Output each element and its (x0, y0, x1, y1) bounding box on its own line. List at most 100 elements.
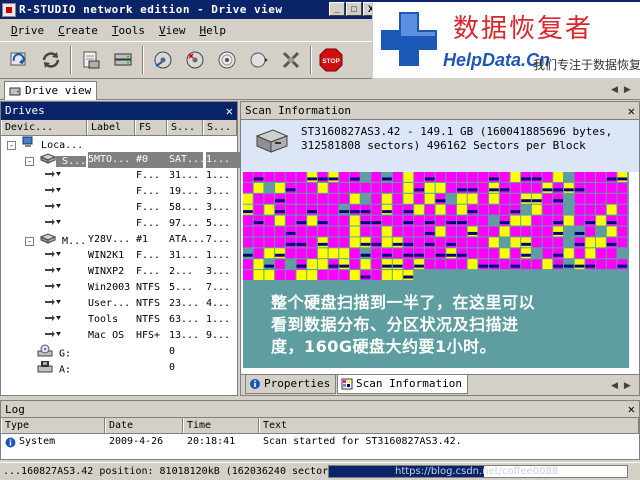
col-fs[interactable]: FS (135, 120, 167, 135)
drive-tree-row[interactable]: Win2003 NTFS 5... 7... (1, 280, 237, 296)
col-time[interactable]: Time (183, 418, 259, 433)
tab-scan-information[interactable]: Scan Information (337, 375, 468, 394)
watermark-slogan: 我们专注于数据恢复 (533, 58, 640, 72)
col-date[interactable]: Date (105, 418, 183, 433)
collapse-toggle-icon[interactable]: - (25, 236, 34, 246)
scan-block (585, 248, 596, 259)
partition-icon (43, 296, 63, 312)
scan-block-marker (489, 188, 499, 192)
col-size[interactable]: S... (203, 120, 237, 135)
scan-block (307, 182, 317, 193)
drive-tree-row[interactable]: G: 0 (1, 344, 237, 360)
drive-tree-row[interactable]: A: 0 (1, 360, 237, 376)
drive-name-cell (43, 184, 87, 200)
scan-block (392, 226, 403, 237)
tab-scroll-arrows[interactable]: ◀▶ (611, 84, 637, 95)
reload-button[interactable] (38, 46, 64, 74)
drive-tree-row[interactable]: F... 31... 1... (1, 168, 237, 184)
drive-start: 2... (169, 266, 194, 277)
scan-block (392, 248, 403, 259)
collapse-toggle-icon[interactable]: - (25, 156, 34, 166)
scan-block (296, 248, 307, 259)
scan-block (275, 237, 285, 248)
col-type[interactable]: Type (1, 418, 105, 433)
scan-block (596, 281, 606, 291)
scan-tab-scroll-arrows[interactable]: ◀▶ (611, 380, 637, 391)
scan-block (553, 281, 563, 291)
drive-name: S... (56, 156, 87, 167)
refresh-button[interactable] (6, 46, 32, 74)
partition-icon (43, 184, 63, 200)
drive-tree-row[interactable]: Mac OS HFS+ 13... 9... (1, 328, 237, 344)
scan-block (510, 204, 521, 215)
minimize-button[interactable]: _ (329, 2, 345, 16)
drive-tree-row[interactable]: - Loca... (1, 136, 237, 152)
stop-button[interactable]: STOP (318, 46, 344, 74)
drives-close-icon[interactable]: ✕ (226, 102, 233, 120)
scan-block (339, 182, 349, 193)
drive-tree-row[interactable]: User... NTFS 23... 4... (1, 296, 237, 312)
col-label[interactable]: Label (87, 120, 135, 135)
scan-block (382, 204, 392, 215)
col-start[interactable]: S... (167, 120, 203, 135)
drive-tree-row[interactable]: Tools NTFS 63... 1... (1, 312, 237, 328)
collapse-toggle-icon[interactable]: - (7, 140, 16, 150)
tab-drive-view[interactable]: Drive view (4, 81, 98, 100)
scan-block (350, 237, 360, 248)
open-drive-button[interactable] (78, 46, 104, 74)
log-close-icon[interactable]: ✕ (628, 401, 635, 418)
toolbar-separator (142, 46, 144, 74)
scan-block (542, 281, 553, 291)
menu-view[interactable]: View (152, 24, 193, 37)
menu-help[interactable]: Help (193, 24, 234, 37)
scan-block (253, 193, 264, 204)
scan-block (253, 204, 264, 215)
scan-block (467, 237, 478, 248)
stop-label: STOP (322, 58, 340, 65)
drive-tree-row[interactable]: F... 97... 5... (1, 216, 237, 232)
drive-tree-row[interactable]: WIN2K1 F... 31... 1... (1, 248, 237, 264)
recover-marked-button[interactable] (182, 46, 208, 74)
drive-tree-row[interactable]: F... 19... 3... (1, 184, 237, 200)
create-image-button[interactable] (246, 46, 272, 74)
drive-tree-row[interactable]: F... 58... 3... (1, 200, 237, 216)
scan-block (424, 259, 435, 270)
scan-block (585, 281, 596, 291)
cdrom-icon (37, 344, 53, 360)
scan-block-marker (489, 264, 499, 268)
menu-tools[interactable]: Tools (105, 24, 152, 37)
scan-close-icon[interactable]: ✕ (628, 102, 635, 120)
maximize-button[interactable]: □ (346, 2, 362, 16)
scan-block (446, 270, 456, 280)
scan-block (317, 193, 328, 204)
drive-stack-button[interactable] (110, 46, 136, 74)
info-icon (5, 437, 16, 447)
scan-block (243, 259, 253, 270)
log-row[interactable]: System 2009-4-26 20:18:41 Scan started f… (1, 434, 639, 450)
tab-properties[interactable]: Properties (245, 375, 337, 394)
scan-block (392, 215, 403, 226)
disconnect-button[interactable] (278, 46, 304, 74)
menu-drive[interactable]: Drive (4, 24, 51, 37)
recover-button[interactable] (150, 46, 176, 74)
scan-block (542, 357, 553, 368)
col-device[interactable]: Devic... (1, 120, 87, 135)
menu-bar: Drive Create Tools View Help (0, 20, 372, 40)
scan-block-marker (446, 242, 456, 246)
drive-tree-row[interactable]: - S... 5MTO... #0 SAT... 1... (1, 152, 240, 168)
scan-block-marker (531, 177, 542, 181)
menu-create[interactable]: Create (51, 24, 105, 37)
col-text[interactable]: Text (259, 418, 639, 433)
scan-block (328, 182, 339, 193)
recover-icon (154, 51, 172, 69)
drive-tree-row[interactable]: WINXP2 F... 2... 3... (1, 264, 237, 280)
scan-block (264, 270, 275, 280)
drive-tree-row[interactable]: - M... Y28V... #1 ATA... 7... (1, 232, 237, 248)
scan-disk-line1: ST3160827AS3.42 - 149.1 GB (160041885696… (301, 125, 613, 138)
scan-block (467, 204, 478, 215)
scan-button[interactable] (214, 46, 240, 74)
scan-block (446, 357, 456, 368)
drive-start: 13... (169, 330, 200, 341)
log-panel-title: Log (5, 403, 25, 416)
scan-block-marker (424, 231, 435, 235)
